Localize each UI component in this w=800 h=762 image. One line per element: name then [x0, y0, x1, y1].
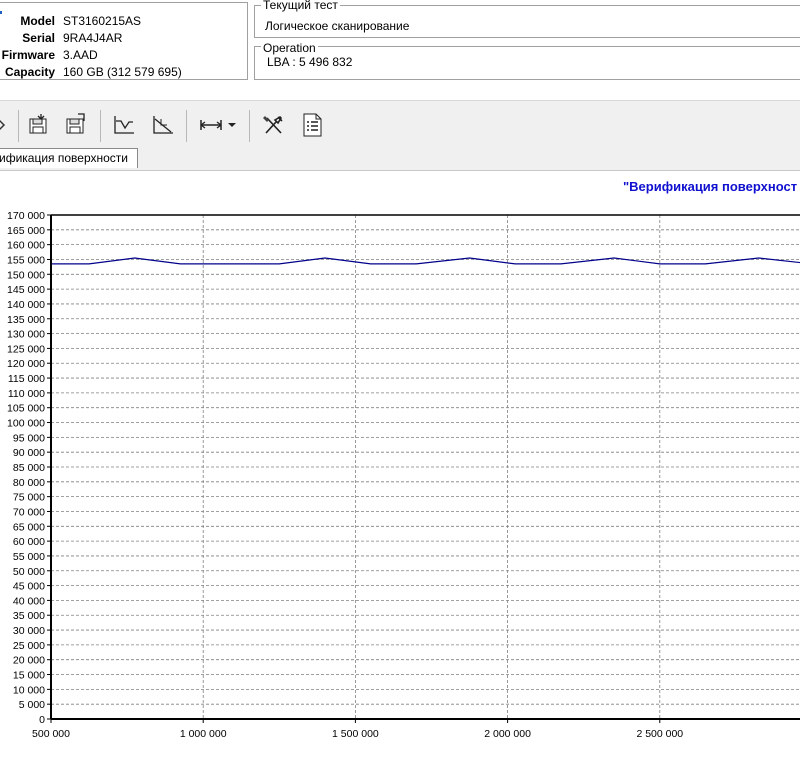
y-tick-label: 145 000 [7, 284, 45, 296]
y-tick-label: 65 000 [13, 521, 45, 533]
dropdown-arrow-icon[interactable] [224, 108, 240, 142]
firmware-value: 3.AAD [63, 48, 98, 62]
graph-slope-icon[interactable] [148, 108, 178, 142]
y-tick-label: 15 000 [13, 670, 45, 682]
x-tick-label: 2 500 000 [636, 728, 683, 740]
firmware-label: Firmware [1, 48, 55, 62]
y-tick-label: 40 000 [13, 595, 45, 607]
y-tick-label: 0 [39, 714, 45, 726]
y-tick-label: 105 000 [7, 403, 45, 415]
firmware-row: Firmware 3.AAD [0, 47, 249, 63]
report-icon[interactable] [297, 108, 327, 142]
serial-value: 9RA4J4AR [63, 31, 123, 45]
serial-row: Serial 9RA4J4AR [0, 30, 249, 46]
y-tick-label: 35 000 [13, 610, 45, 622]
toolbar-separator [249, 110, 250, 142]
operation-group: Operation LBA : 5 496 832 [254, 41, 800, 80]
chart-title: "Верификация поверхност [623, 179, 798, 194]
y-tick-label: 160 000 [7, 240, 45, 252]
x-tick-label: 1 500 000 [332, 728, 379, 740]
range-arrows-icon[interactable] [196, 108, 226, 142]
tools-icon[interactable] [258, 108, 288, 142]
tab-surface-verification[interactable]: ификация поверхности [0, 148, 138, 168]
y-tick-label: 115 000 [8, 373, 45, 385]
y-tick-label: 70 000 [13, 506, 45, 518]
y-tick-label: 150 000 [7, 269, 45, 281]
drive-info-panel: Model ST3160215AS Serial 9RA4J4AR Firmwa… [0, 2, 248, 80]
x-tick-label: 2 000 000 [484, 728, 531, 740]
y-tick-label: 75 000 [13, 492, 45, 504]
capacity-row: Capacity 160 GB (312 579 695) [0, 64, 249, 80]
y-tick-label: 130 000 [7, 329, 45, 341]
y-tick-label: 170 000 [7, 210, 45, 222]
y-tick-label: 85 000 [13, 462, 45, 474]
capacity-label: Capacity [4, 65, 55, 79]
partial-toolbar-icon[interactable] [0, 108, 16, 142]
x-tick-label: 1 000 000 [180, 728, 227, 740]
drive-save-icon[interactable] [24, 108, 54, 142]
model-label: Model [20, 14, 55, 28]
y-tick-label: 140 000 [7, 299, 45, 311]
current-test-title: Текущий тест [261, 0, 340, 12]
y-tick-label: 90 000 [13, 447, 45, 459]
y-tick-label: 125 000 [7, 343, 45, 355]
y-tick-label: 20 000 [13, 655, 45, 667]
chart-grid [51, 215, 800, 719]
y-tick-label: 135 000 [7, 314, 45, 326]
y-tick-label: 165 000 [7, 225, 45, 237]
current-test-value: Логическое сканирование [265, 19, 410, 33]
x-tick-label: 500 000 [32, 728, 70, 740]
model-row: Model ST3160215AS [0, 13, 249, 29]
y-tick-label: 55 000 [13, 551, 45, 563]
y-tick-label: 100 000 [7, 418, 45, 430]
y-tick-label: 60 000 [13, 536, 45, 548]
graph-valley-icon[interactable] [109, 108, 139, 142]
capacity-value: 160 GB (312 579 695) [63, 65, 182, 79]
y-tick-label: 95 000 [13, 432, 45, 444]
toolbar-separator [100, 110, 101, 142]
toolbar-separator [18, 110, 19, 142]
series-line [51, 257, 800, 265]
y-tick-label: 45 000 [13, 581, 45, 593]
chart-series [51, 257, 800, 265]
operation-title: Operation [261, 41, 318, 55]
y-tick-label: 10 000 [13, 684, 45, 696]
chart-area: 170 000 165 000 160 000 155 000 150 000 145 0… [7, 210, 800, 740]
model-value: ST3160215AS [63, 14, 142, 28]
y-tick-label: 110 000 [8, 388, 45, 400]
y-tick-label: 50 000 [13, 566, 45, 578]
current-test-group: Текущий тест Логическое сканирование [254, 0, 800, 38]
operation-value: LBA : 5 496 832 [267, 55, 353, 69]
y-tick-label: 5 000 [19, 699, 45, 711]
y-tick-label: 80 000 [13, 477, 45, 489]
drive-load-icon[interactable] [61, 108, 91, 142]
y-tick-label: 155 000 [7, 254, 45, 266]
toolbar-separator [186, 110, 187, 142]
serial-label: Serial [22, 31, 55, 45]
chart-axes [47, 214, 800, 723]
y-tick-label: 25 000 [13, 640, 45, 652]
y-tick-label: 30 000 [13, 625, 45, 637]
y-tick-label: 120 000 [7, 358, 45, 370]
